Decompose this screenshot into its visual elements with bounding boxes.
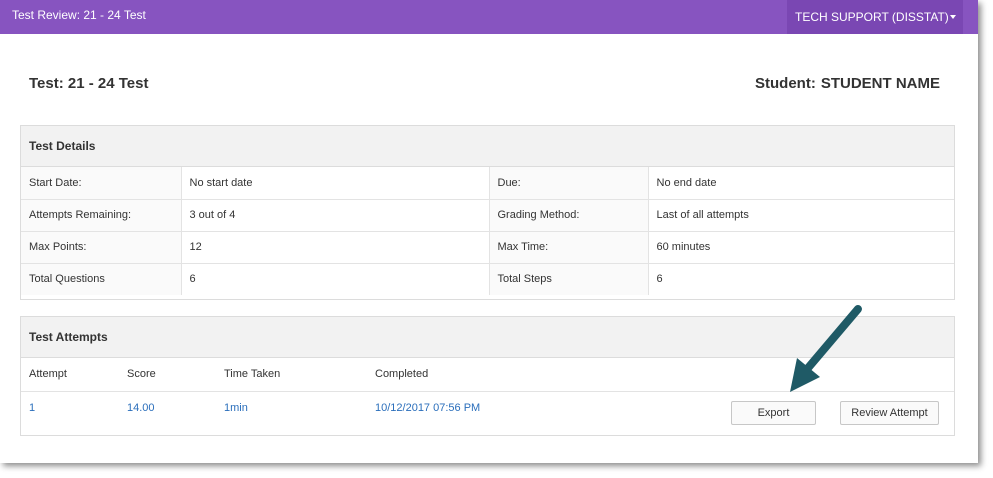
detail-value: No end date [648, 167, 954, 200]
export-button[interactable]: Export [731, 401, 816, 425]
test-details-panel: Test Details Start Date: No start date D… [20, 125, 955, 300]
detail-value: 6 [181, 263, 490, 295]
top-bar: Test Review: 21 - 24 Test TECH SUPPORT (… [0, 0, 978, 34]
test-details-table: Start Date: No start date Due: No end da… [21, 167, 954, 295]
detail-label: Attempts Remaining: [21, 199, 182, 232]
student-label: Student: [755, 75, 816, 92]
column-header-score: Score [127, 368, 156, 380]
student-name: STUDENT NAME [820, 75, 940, 92]
detail-label: Grading Method: [489, 199, 649, 232]
user-name: TECH SUPPORT (DISSTAT) [795, 10, 949, 24]
arrow-shaft [804, 305, 862, 372]
review-attempt-button[interactable]: Review Attempt [840, 401, 939, 425]
attempt-number-link[interactable]: 1 [29, 392, 35, 425]
heading-row: Test: 21 - 24 Test Student: STUDENT NAME [29, 75, 940, 97]
detail-value: Last of all attempts [648, 199, 954, 232]
table-row: Attempts Remaining: 3 out of 4 Grading M… [21, 199, 954, 232]
column-header-completed: Completed [375, 368, 429, 380]
detail-label: Due: [489, 167, 649, 200]
column-header-attempt: Attempt [29, 368, 67, 380]
detail-label: Max Points: [21, 231, 182, 264]
detail-value: No start date [181, 167, 490, 200]
detail-value: 3 out of 4 [181, 199, 490, 232]
attempt-score[interactable]: 14.00 [127, 392, 155, 425]
table-row: Start Date: No start date Due: No end da… [21, 167, 954, 200]
test-title: Test: 21 - 24 Test [29, 75, 149, 92]
detail-value: 6 [656, 273, 663, 286]
table-row: Max Points: 12 Max Time: 60 minutes [21, 231, 954, 264]
student-info: Student: STUDENT NAME [755, 75, 940, 92]
attempt-time-taken[interactable]: 1min [224, 392, 248, 425]
user-menu[interactable]: TECH SUPPORT (DISSTAT) [787, 0, 963, 34]
test-details-header: Test Details [21, 126, 954, 167]
detail-label: Total Questions [21, 263, 182, 295]
detail-label: Start Date: [21, 167, 182, 200]
detail-label: Total Steps [489, 263, 649, 295]
detail-value: 60 minutes [648, 231, 954, 264]
annotation-arrow [790, 305, 862, 392]
detail-value: 12 [181, 231, 490, 264]
table-row: Total Questions 6 Total Steps 6 [21, 263, 954, 295]
window: Test Review: 21 - 24 Test TECH SUPPORT (… [0, 0, 978, 463]
column-header-time-taken: Time Taken [224, 368, 281, 380]
detail-label: Max Time: [489, 231, 649, 264]
caret-down-icon [950, 15, 956, 19]
page-title: Test Review: 21 - 24 Test [12, 8, 146, 22]
attempt-completed[interactable]: 10/12/2017 07:56 PM [375, 392, 480, 425]
